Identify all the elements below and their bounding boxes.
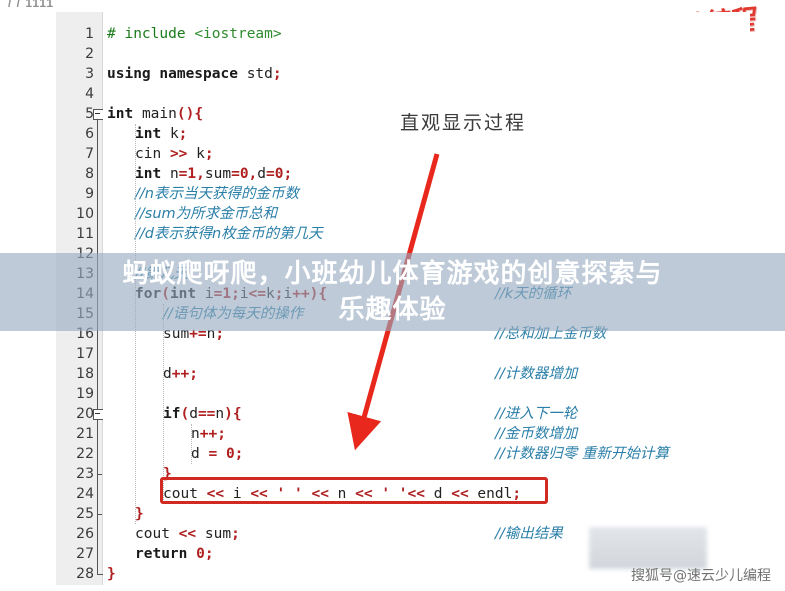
code-line[interactable]: using namespace std; xyxy=(103,64,282,84)
code-line[interactable]: n++; xyxy=(103,424,226,444)
fold-tick-marker xyxy=(97,474,102,475)
code-line[interactable]: # include <iostream> xyxy=(103,24,282,44)
code-side-comment: //计数器归零 重新开始计算 xyxy=(495,446,669,462)
screenshot-root: / / 1111 速云少儿编程 123456789101112131415161… xyxy=(0,0,785,591)
line-number: 8 xyxy=(85,166,94,182)
code-line[interactable]: } xyxy=(103,504,144,524)
line-number: 25 xyxy=(76,506,94,522)
code-line[interactable] xyxy=(103,44,107,64)
code-line[interactable]: return 0; xyxy=(103,544,214,564)
code-line[interactable]: //n表示当天获得的金币数 xyxy=(135,184,299,204)
line-number: 1 xyxy=(85,26,94,42)
title-line-1: 蚂蚁爬呀爬，小班幼儿体育游戏的创意探索与 xyxy=(122,259,663,289)
line-number: 28 xyxy=(76,566,94,582)
code-line[interactable]: //d表示获得n枚金币的第几天 xyxy=(135,224,323,244)
code-side-comment: //金币数增加 xyxy=(495,426,578,442)
indent-guide xyxy=(163,304,164,504)
line-number: 18 xyxy=(76,366,94,382)
line-number: 24 xyxy=(76,486,94,502)
code-line[interactable] xyxy=(103,84,107,104)
annotation-process-label: 直观显示过程 xyxy=(400,112,527,134)
line-number: 17 xyxy=(76,346,94,362)
line-number: 21 xyxy=(76,426,94,442)
top-cropped-fragment: / / 1111 xyxy=(8,0,55,10)
title-overlay-text: 蚂蚁爬呀爬，小班幼儿体育游戏的创意探索与 乐趣体验 xyxy=(43,256,743,328)
line-number: 7 xyxy=(85,146,94,162)
line-number: 26 xyxy=(76,526,94,542)
code-line[interactable]: cin >> k; xyxy=(103,144,214,164)
line-number: 11 xyxy=(76,226,94,242)
line-number: 9 xyxy=(85,186,94,202)
code-line[interactable]: if(d==n){ xyxy=(103,404,242,424)
line-number: 3 xyxy=(85,66,94,82)
watermark-blur-patch xyxy=(589,527,707,569)
line-number: 6 xyxy=(85,126,94,142)
line-number: 19 xyxy=(76,386,94,402)
title-overlay-banner: 蚂蚁爬呀爬，小班幼儿体育游戏的创意探索与 乐趣体验 xyxy=(0,253,785,331)
code-line[interactable]: //sum为所求金币总和 xyxy=(135,204,277,224)
code-side-comment: //计数器增加 xyxy=(495,366,578,382)
code-line[interactable]: int k; xyxy=(103,124,187,144)
fold-tick-marker xyxy=(97,514,102,515)
line-number: 2 xyxy=(85,46,94,62)
code-line[interactable]: d++; xyxy=(103,364,198,384)
code-line[interactable]: int n=1,sum=0,d=0; xyxy=(103,164,292,184)
code-side-comment: //进入下一轮 xyxy=(495,406,578,422)
fold-range-line xyxy=(97,119,98,569)
code-line[interactable]: d = 0; xyxy=(103,444,243,464)
indent-guide xyxy=(191,424,192,464)
line-number: 27 xyxy=(76,546,94,562)
line-number: 22 xyxy=(76,446,94,462)
annotation-highlight-box xyxy=(160,477,548,504)
code-line[interactable]: } xyxy=(103,564,116,584)
watermark-text: 搜狐号@速云少儿编程 xyxy=(631,568,771,584)
code-line[interactable]: int main(){ xyxy=(103,104,203,124)
code-side-comment: //输出结果 xyxy=(495,526,563,542)
code-line[interactable] xyxy=(103,344,163,364)
line-number: 5 xyxy=(85,106,94,122)
code-line[interactable]: cout << sum; xyxy=(103,524,240,544)
line-number: 20 xyxy=(76,406,94,422)
title-line-2: 乐趣体验 xyxy=(338,295,447,325)
line-number: 4 xyxy=(85,86,94,102)
line-number: 10 xyxy=(76,206,94,222)
code-line[interactable] xyxy=(103,384,163,404)
line-number: 23 xyxy=(76,466,94,482)
